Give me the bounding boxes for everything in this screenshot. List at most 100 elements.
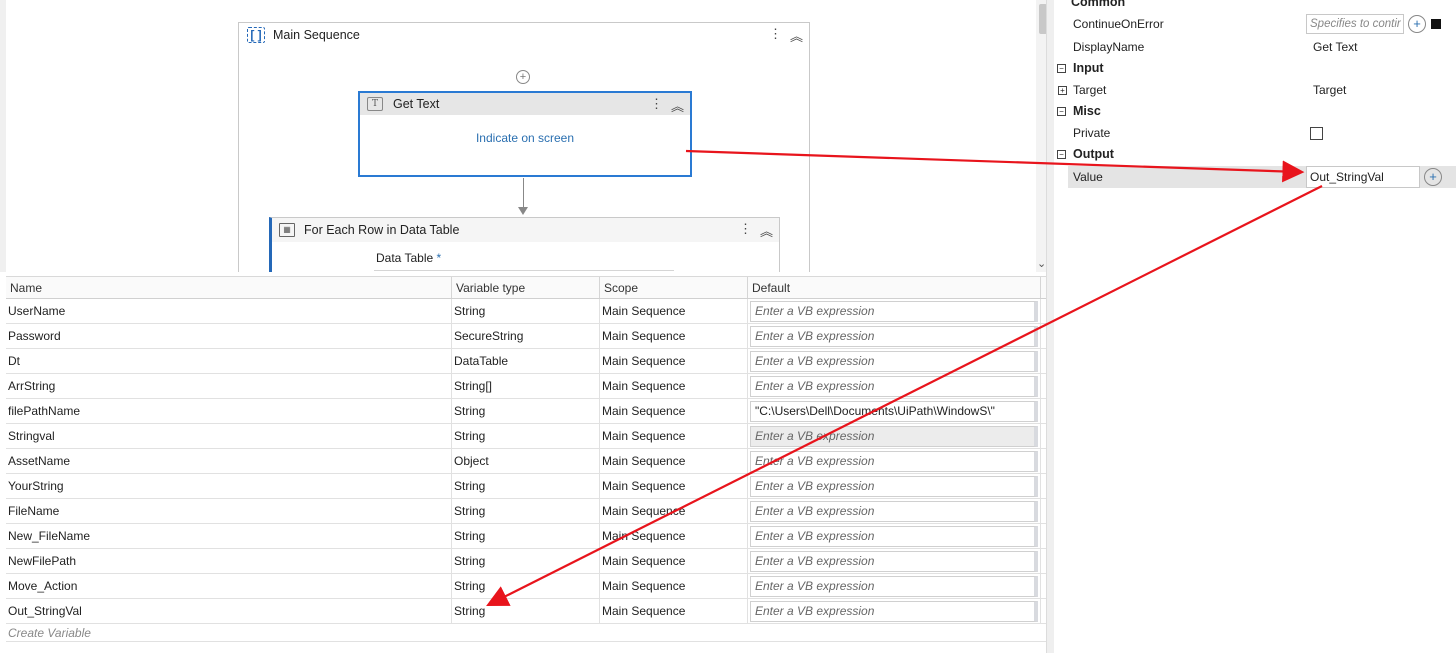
variable-default-input[interactable]: Enter a VB expression — [750, 451, 1038, 472]
designer-scrollbar[interactable]: ⌄ — [1036, 0, 1046, 272]
variable-name[interactable]: UserName — [6, 299, 452, 323]
variable-default-input[interactable]: Enter a VB expression — [750, 376, 1038, 397]
variable-default-input[interactable]: Enter a VB expression — [750, 301, 1038, 322]
collapse-toggle-icon[interactable]: − — [1057, 106, 1066, 116]
variable-scope[interactable]: Main Sequence — [600, 474, 748, 498]
variable-default-input[interactable]: Enter a VB expression — [750, 601, 1038, 622]
variable-type[interactable]: String — [452, 399, 600, 423]
variable-type[interactable]: String[] — [452, 374, 600, 398]
prop-continue-on-error[interactable]: ContinueOnError Specifies to contir + — [1068, 13, 1456, 35]
variable-name[interactable]: Out_StringVal — [6, 599, 452, 623]
category-common[interactable]: Common — [1054, 0, 1456, 12]
continue-on-error-input[interactable]: Specifies to contir — [1306, 14, 1404, 34]
category-input[interactable]: − Input — [1054, 58, 1456, 78]
variable-row[interactable]: ArrString String[] Main Sequence Enter a VB… — [6, 374, 1046, 399]
variable-row[interactable]: YourString String Main Sequence Enter a VB … — [6, 474, 1046, 499]
scrollbar-thumb[interactable] — [1039, 4, 1046, 34]
header-name[interactable]: Name — [6, 277, 452, 298]
variable-name[interactable]: FileName — [6, 499, 452, 523]
header-scope[interactable]: Scope — [600, 277, 748, 298]
variable-type[interactable]: String — [452, 474, 600, 498]
variable-name[interactable]: New_FileName — [6, 524, 452, 548]
variable-default-input[interactable]: Enter a VB expression — [750, 576, 1038, 597]
header-variable-type[interactable]: Variable type — [452, 277, 600, 298]
category-misc[interactable]: − Misc — [1054, 101, 1456, 121]
variable-name[interactable]: Password — [6, 324, 452, 348]
variable-type[interactable]: String — [452, 499, 600, 523]
get-text-activity[interactable]: T Get Text ⋮ ︽ Indicate on screen — [358, 91, 692, 177]
variable-default-input[interactable]: Enter a VB expression — [750, 526, 1038, 547]
variable-scope[interactable]: Main Sequence — [600, 499, 748, 523]
variable-default-input[interactable]: "C:\Users\Dell\Documents\UiPath\WindowS\… — [750, 401, 1038, 422]
variable-type[interactable]: String — [452, 549, 600, 573]
header-default[interactable]: Default — [748, 277, 1041, 298]
collapse-icon[interactable]: ︽ — [671, 96, 684, 115]
variable-default-input[interactable]: Enter a VB expression — [750, 501, 1038, 522]
variable-row[interactable]: filePathName String Main Sequence "C:\Users… — [6, 399, 1046, 424]
data-table-input[interactable] — [374, 270, 674, 271]
for-each-row-activity[interactable]: ▦ For Each Row in Data Table ⋮ ︽ Data Ta… — [269, 217, 780, 272]
variable-row[interactable]: NewFilePath String Main Sequence Enter a VB… — [6, 549, 1046, 574]
collapse-icon[interactable]: ︽ — [790, 26, 803, 45]
variable-type[interactable]: Object — [452, 449, 600, 473]
variable-scope[interactable]: Main Sequence — [600, 524, 748, 548]
variable-scope[interactable]: Main Sequence — [600, 349, 748, 373]
variable-type[interactable]: String — [452, 574, 600, 598]
main-sequence-header[interactable]: [ ] Main Sequence ⋮ ︽ — [239, 23, 809, 47]
display-name-value[interactable]: Get Text — [1306, 40, 1357, 54]
main-sequence[interactable]: [ ] Main Sequence ⋮ ︽ + T Get Text ⋮ ︽ I… — [238, 22, 810, 272]
variable-default-input[interactable]: Enter a VB expression — [750, 326, 1038, 347]
variable-default-input[interactable]: Enter a VB expression — [750, 551, 1038, 572]
variable-type[interactable]: String — [452, 524, 600, 548]
variable-row[interactable]: Dt DataTable Main Sequence Enter a VB expre… — [6, 349, 1046, 374]
add-expression-icon[interactable]: + — [1408, 15, 1426, 33]
variable-row[interactable]: Move_Action String Main Sequence Enter a VB… — [6, 574, 1046, 599]
variable-row[interactable]: AssetName Object Main Sequence Enter a VB e… — [6, 449, 1046, 474]
variable-scope[interactable]: Main Sequence — [600, 449, 748, 473]
prop-target[interactable]: + Target Target — [1058, 79, 1456, 101]
variable-row[interactable]: New_FileName String Main Sequence Enter a V… — [6, 524, 1046, 549]
variable-name[interactable]: YourString — [6, 474, 452, 498]
variable-scope[interactable]: Main Sequence — [600, 299, 748, 323]
expand-toggle-icon[interactable]: + — [1058, 85, 1067, 95]
variable-default-input[interactable]: Enter a VB expression — [750, 426, 1038, 447]
variable-scope[interactable]: Main Sequence — [600, 424, 748, 448]
variable-type[interactable]: DataTable — [452, 349, 600, 373]
variable-row[interactable]: Out_StringVal String Main Sequence Enter a … — [6, 599, 1046, 624]
prop-private[interactable]: Private — [1068, 122, 1456, 144]
collapse-toggle-icon[interactable]: − — [1057, 63, 1066, 73]
options-square-icon[interactable] — [1431, 19, 1441, 29]
variable-type[interactable]: String — [452, 599, 600, 623]
variable-scope[interactable]: Main Sequence — [600, 549, 748, 573]
variable-name[interactable]: Dt — [6, 349, 452, 373]
prop-display-name[interactable]: DisplayName Get Text — [1068, 36, 1456, 58]
variable-type[interactable]: SecureString — [452, 324, 600, 348]
variable-type[interactable]: String — [452, 424, 600, 448]
variable-row[interactable]: Password SecureString Main Sequence Enter a… — [6, 324, 1046, 349]
variable-name[interactable]: Stringval — [6, 424, 452, 448]
more-options-icon[interactable]: ⋮ — [769, 26, 782, 45]
variable-scope[interactable]: Main Sequence — [600, 324, 748, 348]
variable-type[interactable]: String — [452, 299, 600, 323]
target-value[interactable]: Target — [1306, 83, 1346, 97]
collapse-toggle-icon[interactable]: − — [1057, 149, 1066, 159]
more-options-icon[interactable]: ⋮ — [650, 96, 663, 115]
variable-name[interactable]: filePathName — [6, 399, 452, 423]
add-activity-icon[interactable]: + — [516, 70, 530, 84]
collapse-icon[interactable]: ︽ — [760, 221, 773, 240]
private-checkbox[interactable] — [1310, 126, 1323, 140]
scroll-down-icon[interactable]: ⌄ — [1037, 257, 1046, 270]
variable-row[interactable]: UserName String Main Sequence Enter a VB ex… — [6, 299, 1046, 324]
category-output[interactable]: − Output — [1054, 144, 1456, 164]
variable-row[interactable]: FileName String Main Sequence Enter a VB ex… — [6, 499, 1046, 524]
add-expression-icon[interactable]: + — [1424, 168, 1442, 186]
prop-value[interactable]: Value Out_StringVal + — [1068, 166, 1456, 188]
variable-scope[interactable]: Main Sequence — [600, 399, 748, 423]
variable-default-input[interactable]: Enter a VB expression — [750, 351, 1038, 372]
workflow-designer[interactable]: [ ] Main Sequence ⋮ ︽ + T Get Text ⋮ ︽ I… — [0, 0, 1046, 272]
variable-scope[interactable]: Main Sequence — [600, 599, 748, 623]
variable-scope[interactable]: Main Sequence — [600, 574, 748, 598]
variable-name[interactable]: AssetName — [6, 449, 452, 473]
variable-name[interactable]: NewFilePath — [6, 549, 452, 573]
variable-scope[interactable]: Main Sequence — [600, 374, 748, 398]
